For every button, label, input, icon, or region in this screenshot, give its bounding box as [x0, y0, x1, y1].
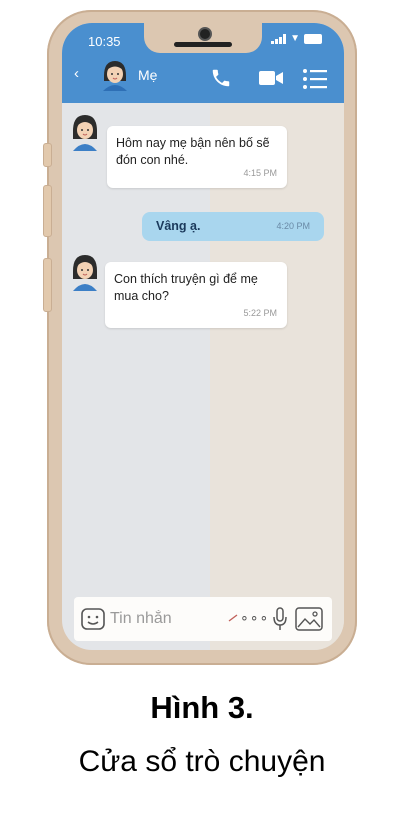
side-button-top	[43, 143, 52, 167]
menu-icon[interactable]	[302, 68, 328, 90]
screen-reflection	[210, 23, 344, 650]
message-time: 5:22 PM	[243, 308, 277, 318]
side-button-volume-up	[43, 185, 52, 237]
battery-icon	[304, 34, 322, 44]
message-input[interactable]	[110, 606, 220, 632]
status-time: 10:35	[88, 34, 121, 49]
call-icon[interactable]	[210, 67, 232, 89]
pen-icon[interactable]	[228, 614, 238, 622]
sent-message: Vâng ạ. 4:20 PM	[142, 212, 324, 241]
camera-icon	[198, 27, 212, 41]
figure-title: Hình 3.	[150, 690, 254, 725]
more-options-icon[interactable]: ∘∘∘	[240, 609, 269, 626]
message-input-bar: ∘∘∘	[74, 597, 332, 641]
video-icon[interactable]	[258, 69, 284, 87]
sender-avatar	[73, 255, 97, 291]
wifi-icon: ▼	[290, 33, 300, 44]
back-icon[interactable]: ‹	[74, 65, 79, 82]
message-text: Vâng ạ.	[156, 219, 201, 233]
contact-avatar[interactable]	[96, 57, 134, 95]
message-time: 4:15 PM	[243, 168, 277, 178]
message-time: 4:20 PM	[276, 221, 310, 231]
mic-icon[interactable]	[272, 606, 288, 632]
sender-avatar	[73, 115, 97, 151]
status-icons: ▼	[271, 34, 322, 44]
received-message: Con thích truyện gì để mẹ mua cho? 5:22 …	[105, 262, 287, 328]
contact-name: Mẹ	[138, 67, 158, 83]
signal-icon	[271, 34, 287, 44]
phone-notch	[144, 23, 262, 53]
message-text: Hôm nay mẹ bận nên bố sẽ đón con nhé.	[116, 136, 270, 167]
phone-screen: 10:35 ▼ ‹ Mẹ Hôm nay mẹ bận nên bố sẽ đó…	[62, 23, 344, 650]
speaker-icon	[174, 42, 232, 47]
side-button-volume-down	[43, 258, 52, 312]
received-message: Hôm nay mẹ bận nên bố sẽ đón con nhé. 4:…	[107, 126, 287, 188]
message-text: Con thích truyện gì để mẹ mua cho?	[114, 272, 258, 303]
image-icon[interactable]	[294, 606, 324, 632]
emoji-icon[interactable]	[80, 607, 106, 631]
figure-caption: Cửa sổ trò chuyện	[78, 745, 326, 778]
